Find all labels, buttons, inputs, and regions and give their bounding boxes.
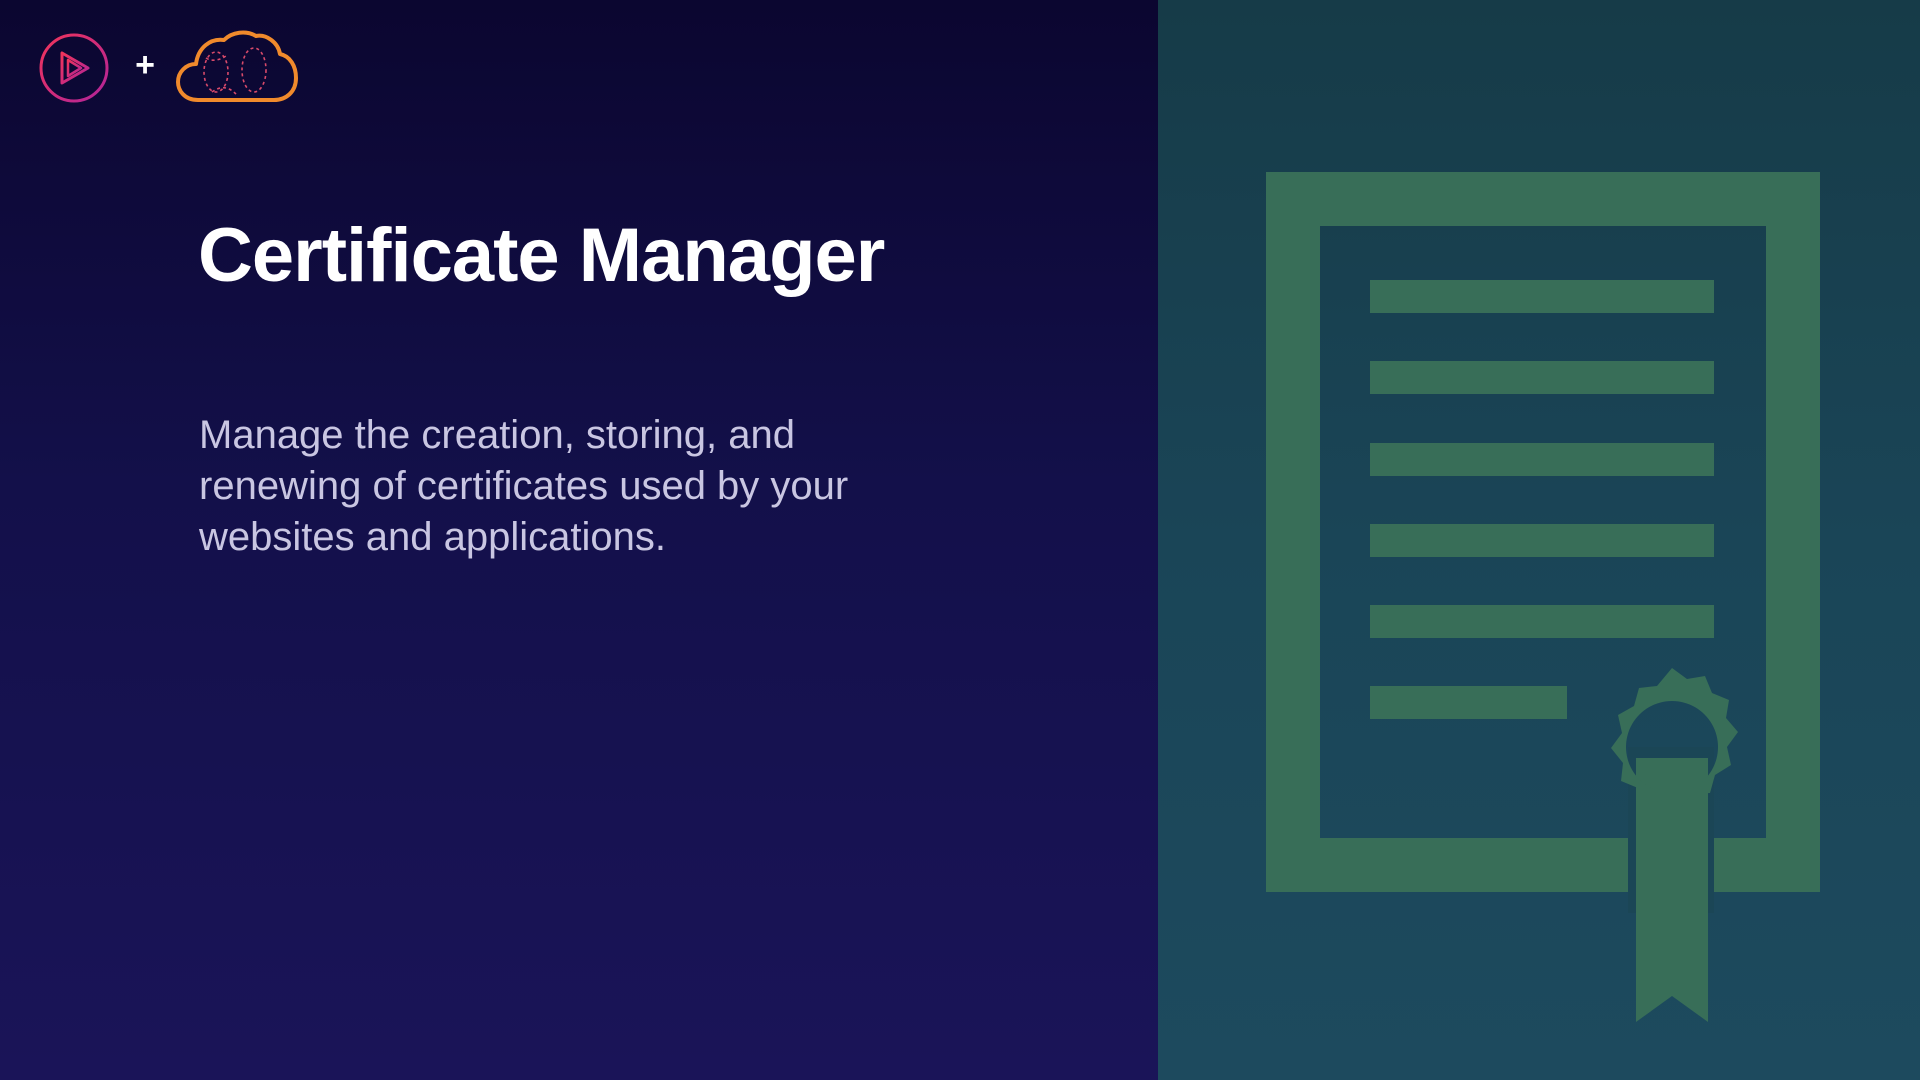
cloud-logo-icon bbox=[176, 30, 298, 102]
slide-title: Certificate Manager bbox=[198, 213, 885, 298]
slide-description: Manage the creation, storing, and renewi… bbox=[199, 413, 849, 559]
certificate-icon bbox=[1266, 172, 1820, 1022]
brand-logo-group: + bbox=[38, 30, 308, 104]
play-logo-icon bbox=[39, 33, 109, 103]
plus-symbol: + bbox=[135, 46, 155, 84]
